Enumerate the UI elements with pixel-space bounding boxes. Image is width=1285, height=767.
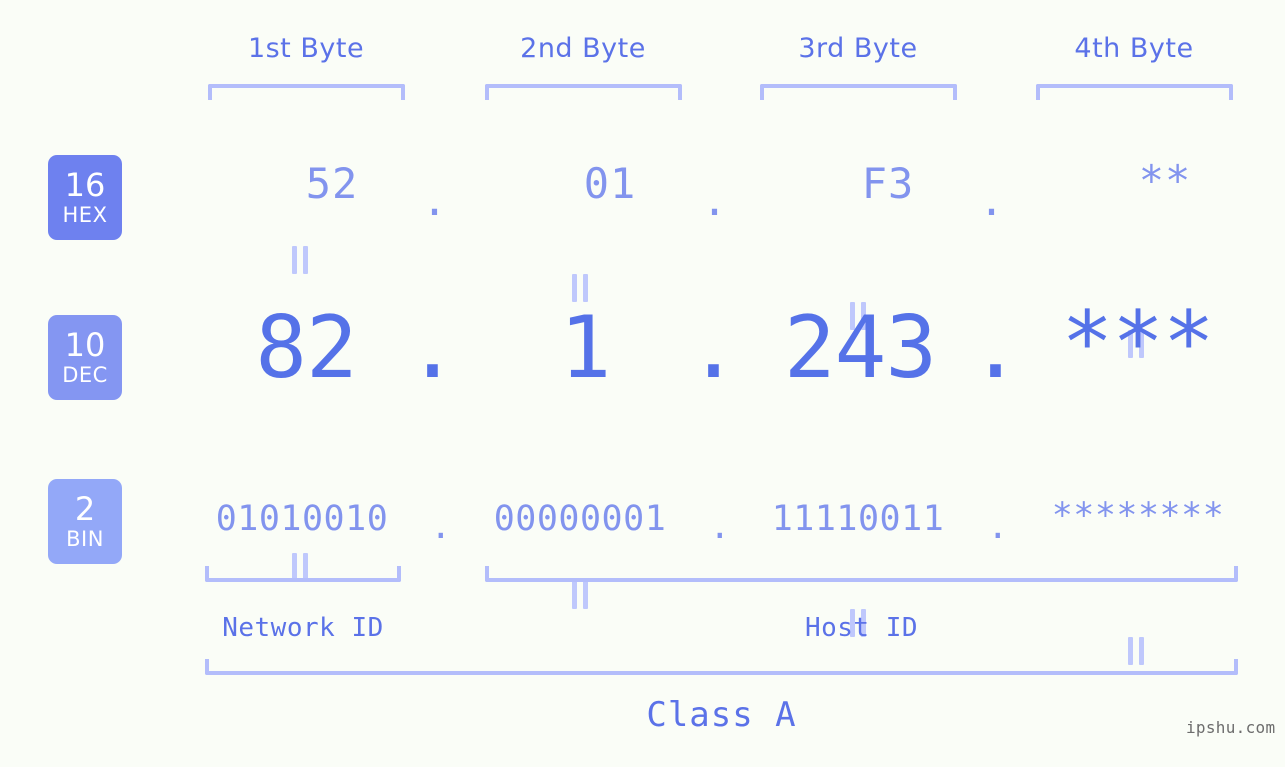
base-badge-hex-number: 16: [64, 166, 106, 204]
dec-byte-4: ***: [1061, 293, 1214, 393]
base-badge-hex: 16 HEX: [48, 155, 122, 240]
class-bracket: [205, 659, 1238, 675]
base-badge-dec-number: 10: [64, 326, 106, 364]
dec-byte-3: 243: [783, 298, 937, 398]
network-id-label: Network ID: [222, 613, 384, 643]
byte-bracket-top-1: [208, 84, 405, 100]
ip-breakdown-diagram: 1st Byte 2nd Byte 3rd Byte 4th Byte 16 H…: [0, 0, 1285, 767]
byte-header-1: 1st Byte: [247, 33, 365, 64]
hex-dot-2: .: [701, 176, 729, 225]
hex-byte-4: **: [1138, 156, 1192, 205]
bin-dot-2: .: [709, 507, 731, 547]
equals-mark-hex-dec-1: [290, 246, 312, 274]
dec-dot-1: .: [406, 298, 459, 398]
bin-byte-4: ********: [1051, 496, 1225, 536]
base-badge-bin-abbr: BIN: [66, 527, 104, 551]
byte-bracket-top-3: [760, 84, 957, 100]
dec-byte-1: 82: [255, 298, 358, 398]
base-badge-dec: 10 DEC: [48, 315, 122, 400]
byte-header-2: 2nd Byte: [520, 33, 646, 64]
base-badge-bin-number: 2: [74, 490, 96, 528]
bin-dot-1: .: [430, 507, 452, 547]
class-label: Class A: [646, 695, 797, 735]
byte-header-3: 3rd Byte: [798, 33, 918, 64]
bin-byte-1: 01010010: [215, 499, 389, 539]
byte-bracket-top-4: [1036, 84, 1233, 100]
hex-dot-1: .: [421, 176, 449, 225]
base-badge-dec-abbr: DEC: [62, 363, 108, 387]
dec-byte-2: 1: [559, 298, 612, 398]
byte-header-4: 4th Byte: [1074, 33, 1194, 64]
base-badge-hex-abbr: HEX: [62, 203, 108, 227]
hex-byte-3: F3: [861, 159, 915, 208]
bin-byte-2: 00000001: [493, 499, 667, 539]
hex-byte-2: 01: [583, 159, 637, 208]
bin-byte-3: 11110011: [771, 499, 945, 539]
watermark: ipshu.com: [1186, 718, 1276, 737]
host-id-bracket: [485, 566, 1238, 582]
hex-dot-3: .: [978, 176, 1006, 225]
dec-dot-2: .: [687, 298, 740, 398]
byte-bracket-top-2: [485, 84, 682, 100]
equals-mark-dec-bin-2: [570, 581, 592, 609]
base-badge-bin: 2 BIN: [48, 479, 122, 564]
host-id-label: Host ID: [804, 613, 919, 643]
bin-dot-3: .: [987, 507, 1009, 547]
network-id-bracket: [205, 566, 401, 582]
dec-dot-3: .: [969, 298, 1022, 398]
hex-byte-1: 52: [305, 159, 359, 208]
